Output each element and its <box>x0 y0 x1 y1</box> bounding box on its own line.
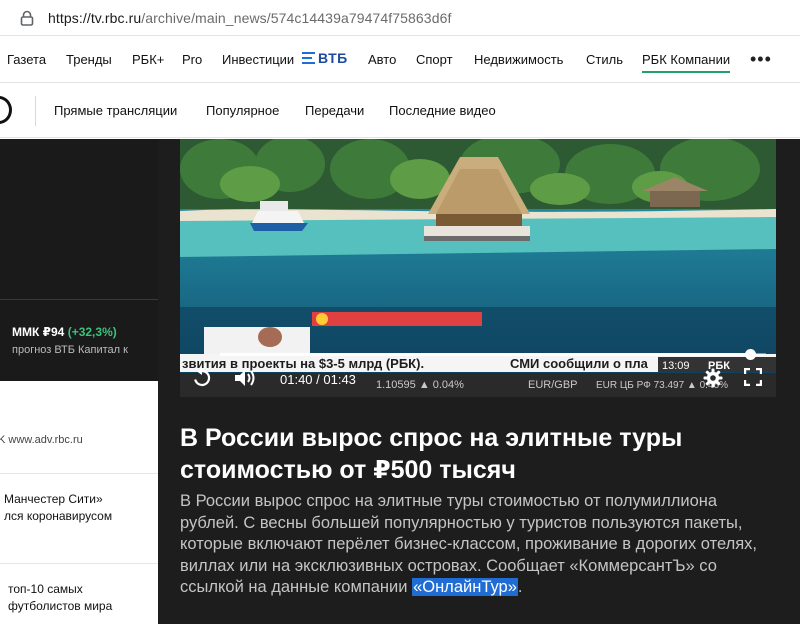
rates-text: 1.10595 ▲ 0.04% <box>376 379 464 391</box>
ticker-crawl-text: звития в проекты на $3-5 млрд (РБК). <box>182 356 424 371</box>
video-clock: 13:09 <box>662 360 690 372</box>
video-scene: звития в проекты на $3-5 млрд (РБК). СМИ… <box>180 139 776 397</box>
progress-fill <box>220 353 750 356</box>
volume-icon[interactable] <box>234 368 258 388</box>
subnav-item-live[interactable]: Прямые трансляции <box>54 103 177 118</box>
video-player-section: звития в проекты на $3-5 млрд (РБК). СМИ… <box>158 139 800 624</box>
top-nav: Газета Тренды РБК+ Pro Инвестиции ВТБ Ав… <box>0 37 800 83</box>
vtb-logo-icon <box>302 52 315 64</box>
nav-item-investments[interactable]: Инвестиции <box>222 52 294 67</box>
settings-gear-icon[interactable] <box>703 368 723 388</box>
news-line: лся коронавирусом <box>4 509 113 523</box>
company-link[interactable]: «ОнлайнТур» <box>412 578 518 596</box>
nav-item-gazeta[interactable]: Газета <box>7 52 46 67</box>
ticker-caption: прогноз ВТБ Капитал к <box>12 344 128 356</box>
vtb-logo[interactable]: ВТБ <box>302 50 348 66</box>
playback-time: 01:40 / 01:43 <box>280 372 356 387</box>
sidebar-news-item[interactable]: топ-10 самых футболистов мира <box>8 581 112 615</box>
ticker-change: (+32,3%) <box>67 325 117 339</box>
subnav-divider <box>35 96 36 126</box>
ticker-name: ММК ₽94 <box>12 325 65 339</box>
url-path: /archive/main_news/574c14439a79474f75863… <box>141 10 452 26</box>
nav-item-trends[interactable]: Тренды <box>66 52 112 67</box>
progress-bar[interactable] <box>220 349 766 360</box>
news-line: футболистов мира <box>8 599 113 613</box>
sidebar-divider <box>0 563 158 564</box>
url-host: https://tv.rbc.ru <box>48 10 142 26</box>
replay-icon[interactable] <box>192 368 212 388</box>
sidebar-divider <box>0 473 158 474</box>
ad-label[interactable]: K www.adv.rbc.ru <box>0 434 83 446</box>
ticker-crawl-text-2: СМИ сообщили о пла <box>510 356 649 371</box>
panel-divider <box>0 299 158 300</box>
ticker-panel[interactable]: ММК ₽94 (+32,3%) прогноз ВТБ Капитал к <box>0 139 158 381</box>
subnav-item-popular[interactable]: Популярное <box>206 103 279 118</box>
nav-item-realty[interactable]: Недвижимость <box>474 52 563 67</box>
progress-handle[interactable] <box>744 349 756 360</box>
subnav-item-shows[interactable]: Передачи <box>305 103 364 118</box>
sub-nav: Прямые трансляции Популярное Передачи По… <box>0 84 800 138</box>
fullscreen-icon[interactable] <box>744 368 762 386</box>
lead-end: . <box>517 578 523 596</box>
logo-icon[interactable] <box>0 96 12 124</box>
lock-icon <box>20 10 34 26</box>
video-frame[interactable]: звития в проекты на $3-5 млрд (РБК). СМИ… <box>180 139 776 397</box>
nav-item-auto[interactable]: Авто <box>368 52 396 67</box>
news-line: Манчестер Сити» <box>4 492 103 506</box>
news-line: топ-10 самых <box>8 582 83 596</box>
ticker-title: ММК ₽94 (+32,3%) <box>12 325 117 339</box>
address-bar[interactable]: https://tv.rbc.ru/archive/main_news/574c… <box>0 0 800 36</box>
pair-text: EUR/GBP <box>528 379 578 391</box>
more-menu-icon[interactable]: ••• <box>750 49 772 70</box>
url-text[interactable]: https://tv.rbc.ru/archive/main_news/574c… <box>48 10 451 26</box>
nav-item-pro[interactable]: Pro <box>182 52 202 67</box>
sidebar-news-item[interactable]: Манчестер Сити» лся коронавирусом <box>4 491 112 525</box>
left-sidebar: ММК ₽94 (+32,3%) прогноз ВТБ Капитал к K… <box>0 139 158 624</box>
nav-item-style[interactable]: Стиль <box>586 52 623 67</box>
video-lead: В России вырос спрос на элитные туры сто… <box>180 491 780 599</box>
nav-item-sport[interactable]: Спорт <box>416 52 453 67</box>
video-headline: В России вырос спрос на элитные туры сто… <box>180 424 683 484</box>
subnav-item-latest-video[interactable]: Последние видео <box>389 103 496 118</box>
nav-item-rbc-plus[interactable]: РБК+ <box>132 52 164 67</box>
vtb-logo-text: ВТБ <box>318 50 348 66</box>
nav-item-rbc-companies[interactable]: РБК Компании <box>642 52 731 73</box>
